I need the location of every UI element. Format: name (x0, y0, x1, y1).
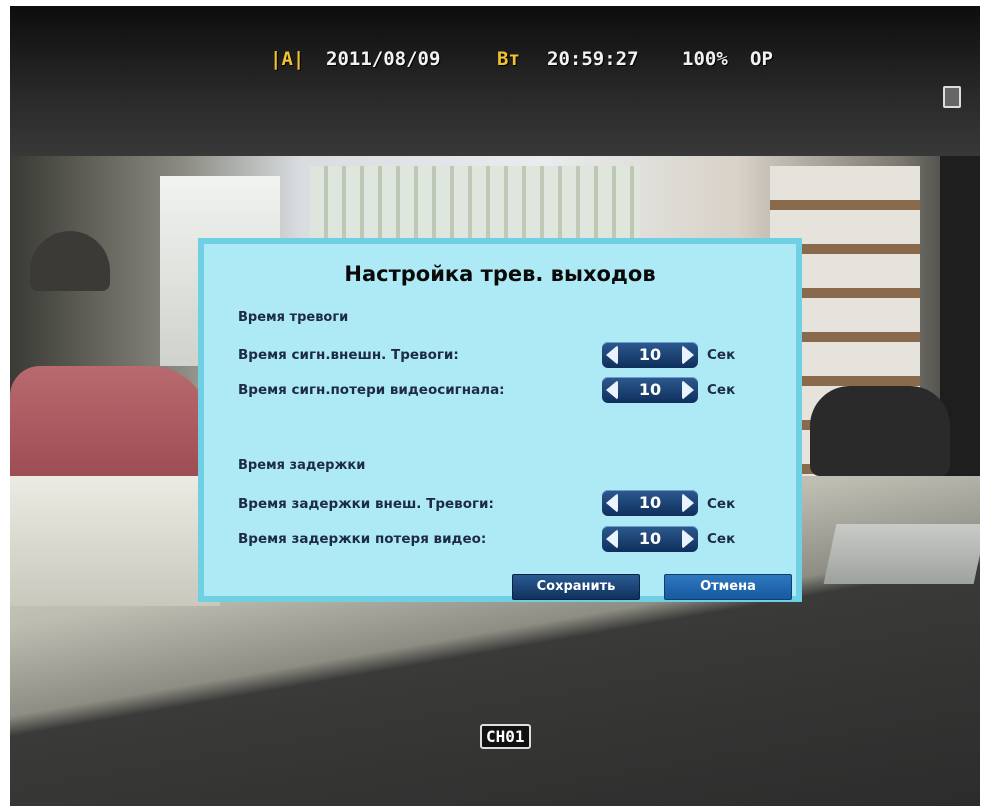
alarm-output-dialog: Настройка трев. выходов Время тревоги Вр… (198, 238, 802, 602)
osd-zoom: 100% (682, 48, 728, 70)
osd-date: 2011/08/09 (326, 48, 441, 70)
scene-white-box (10, 476, 220, 606)
section-delay-time: Время задержки (238, 458, 366, 473)
dialog-title: Настройка трев. выходов (344, 262, 656, 286)
video-loss-delay-label: Время задержки потеря видео: (238, 531, 487, 547)
scene-paper (823, 524, 980, 584)
scene-ceiling (10, 6, 980, 166)
unit-label: Сек (707, 496, 736, 512)
scene-red-box (10, 366, 210, 486)
cancel-button[interactable]: Отмена (664, 574, 792, 600)
dvr-screen: |A| 2011/08/09 Вт 20:59:27 100% OP CH01 … (10, 6, 980, 806)
section-alarm-time: Время тревоги (238, 310, 349, 325)
osd-time: 20:59:27 (547, 48, 639, 70)
channel-label: CH01 (480, 724, 531, 749)
lock-icon (943, 86, 961, 108)
unit-label: Сек (707, 347, 736, 363)
video-loss-time-label: Время сигн.потери видеосигнала: (238, 382, 505, 398)
osd-mode: |A| (270, 48, 305, 70)
save-button[interactable]: Сохранить (512, 574, 640, 600)
ext-alarm-time-label: Время сигн.внешн. Тревоги: (238, 347, 459, 363)
video-loss-delay-spinner[interactable]: 10 (602, 526, 698, 552)
ext-alarm-delay-label: Время задержки внеш. Тревоги: (238, 496, 494, 512)
ext-alarm-delay-spinner[interactable]: 10 (602, 490, 698, 516)
osd-status: OP (750, 48, 773, 70)
osd-day: Вт (497, 48, 520, 70)
video-loss-time-spinner[interactable]: 10 (602, 377, 698, 403)
ext-alarm-time-spinner[interactable]: 10 (602, 342, 698, 368)
scene-chair (810, 386, 950, 476)
unit-label: Сек (707, 382, 736, 398)
unit-label: Сек (707, 531, 736, 547)
